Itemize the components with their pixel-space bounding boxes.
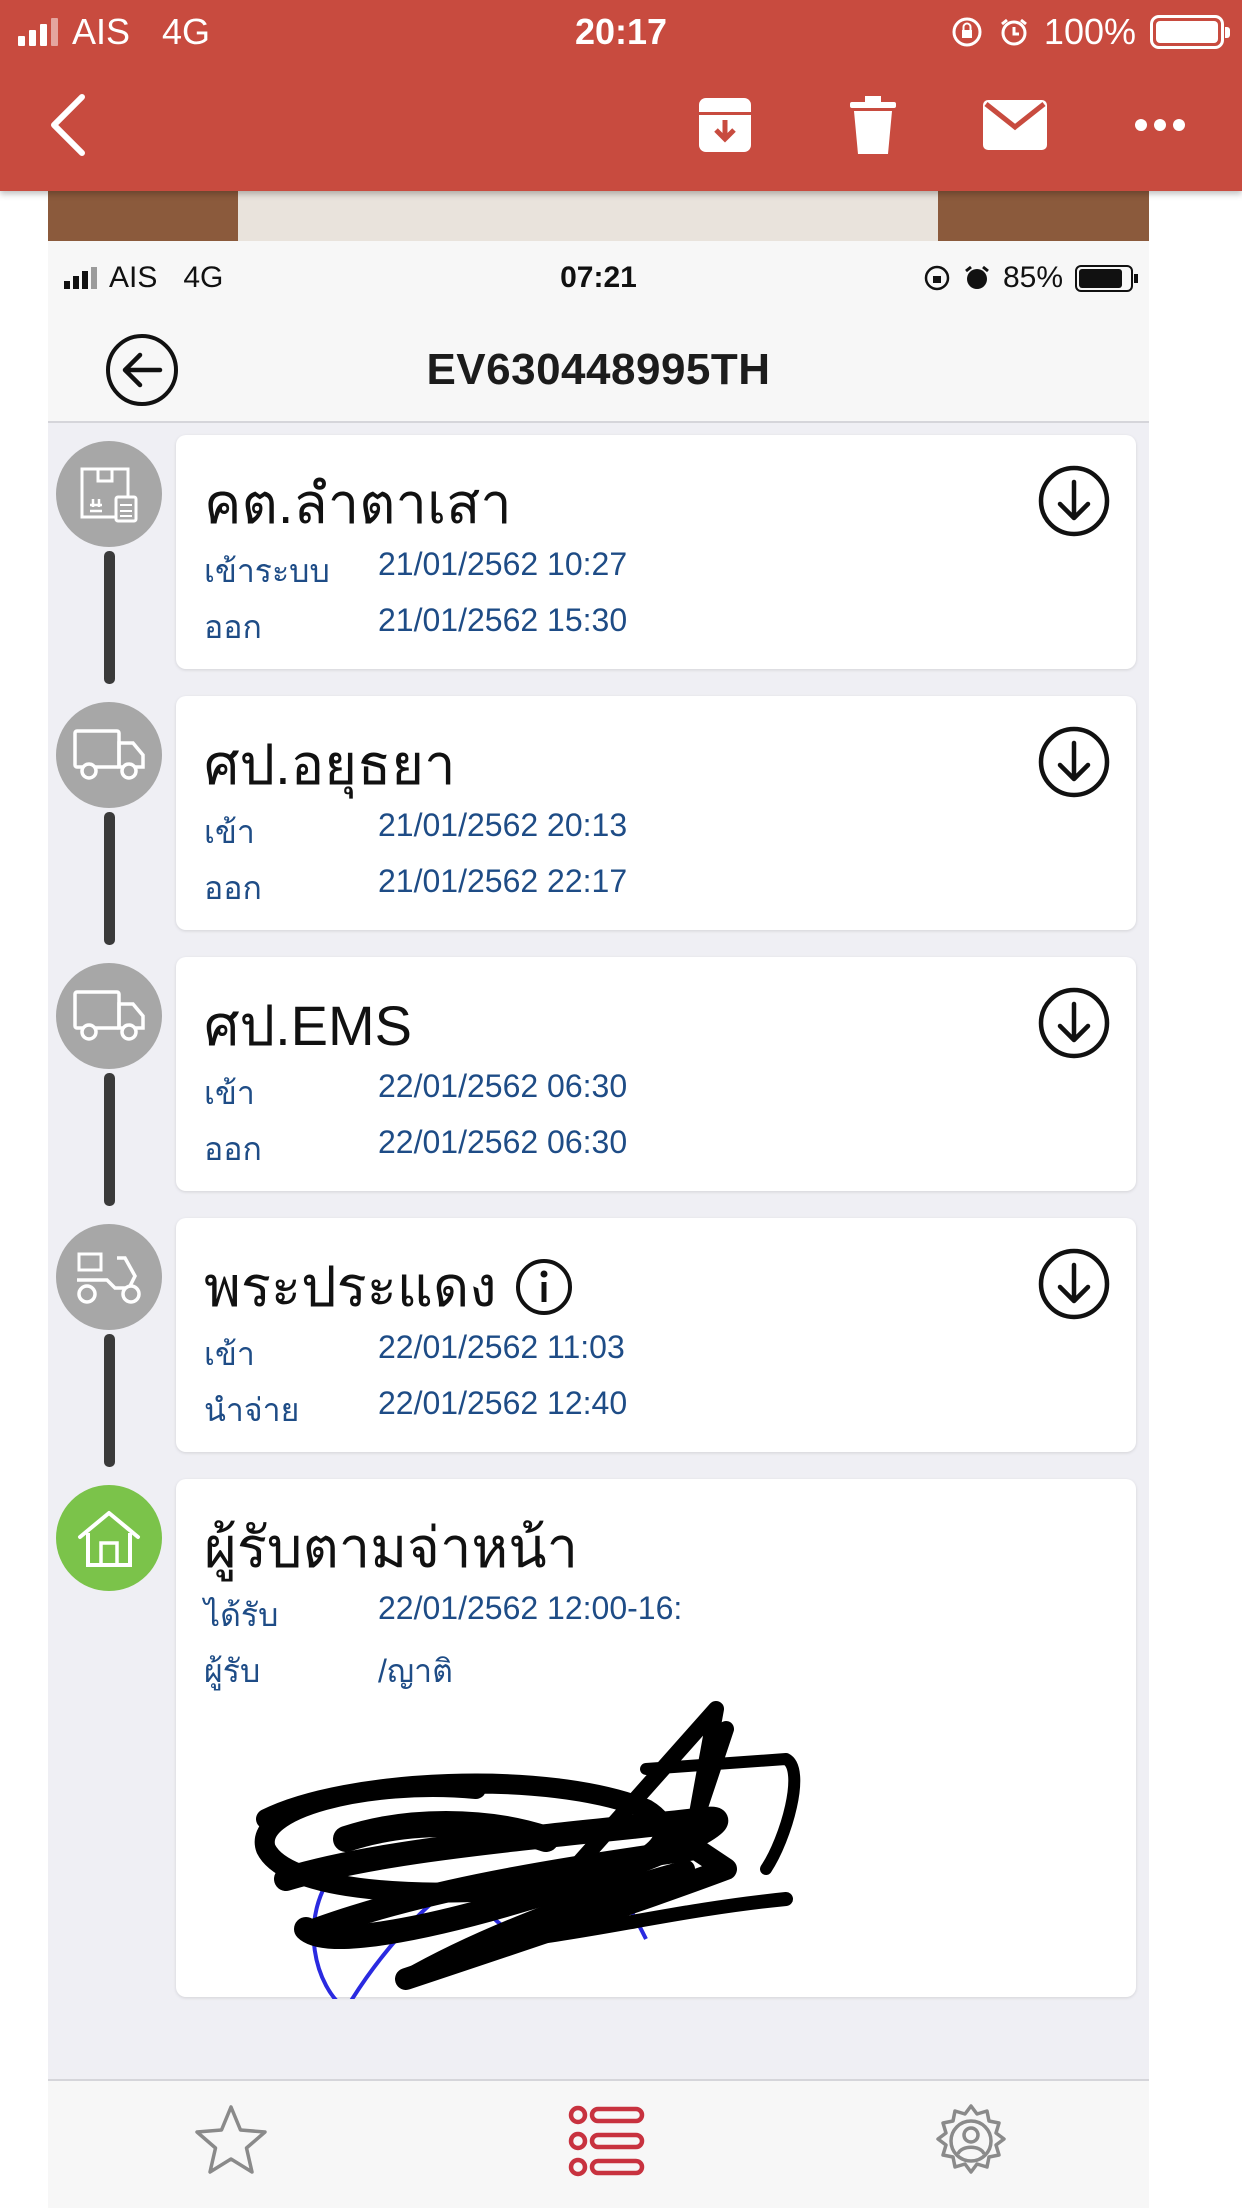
event-row: ได้รับ 22/01/2562 12:00-16:: [204, 1590, 682, 1641]
event-label: ออก: [204, 870, 262, 906]
info-icon[interactable]: [515, 1258, 573, 1316]
trash-icon: [850, 96, 896, 154]
expand-down-icon[interactable]: [1036, 463, 1112, 539]
event-row: เข้า 22/01/2562 06:30: [204, 1068, 627, 1119]
event-row: เข้า 21/01/2562 20:13: [204, 807, 627, 858]
timeline-node-truck: [56, 702, 162, 808]
timeline-node-home: [56, 1485, 162, 1591]
timeline-connector: [104, 551, 115, 684]
location-name: คต.ลำตาเสา: [204, 472, 512, 535]
event-label: นำจ่าย: [204, 1392, 300, 1428]
event-row: ออก 22/01/2562 06:30: [204, 1124, 627, 1175]
event-time: 22/01/2562 12:40: [378, 1385, 628, 1421]
truck-icon: [73, 990, 145, 1041]
event-time: 21/01/2562 22:17: [378, 863, 628, 899]
gmail-toolbar: AIS 4G 20:17 100%: [0, 0, 1242, 191]
location-name: พระประแดง: [204, 1255, 497, 1318]
list-icon[interactable]: [566, 2101, 646, 2181]
screen: AIS 4G 20:17 100% AIS 4G 07:21 85% EV630…: [0, 0, 1242, 2208]
event-time: 22/01/2562 11:03: [378, 1329, 625, 1365]
inner-alarm-icon: [965, 265, 989, 289]
event-time: 22/01/2562 06:30: [378, 1068, 628, 1104]
event-label: เข้า: [204, 814, 255, 850]
chevron-left-icon: [51, 94, 85, 156]
timeline-connector: [104, 1073, 115, 1206]
event-time: 21/01/2562 10:27: [378, 546, 628, 582]
timeline-connector: [104, 1334, 115, 1467]
inner-rotation-lock-icon: [924, 265, 950, 291]
archive-button[interactable]: [690, 90, 760, 160]
event-row: ออก 21/01/2562 22:17: [204, 863, 627, 914]
tab-bar: [48, 2079, 1149, 2208]
recipient-title: ผู้รับตามจ่าหน้า: [204, 1516, 579, 1579]
tracking-event-card[interactable]: ศป.EMS เข้า 22/01/2562 06:30 ออก 22/01/256…: [176, 957, 1136, 1191]
embedded-screenshot: AIS 4G 07:21 85% EV630448995TH คต.ลำตาเส…: [48, 241, 1149, 2208]
event-label: เข้า: [204, 1336, 255, 1372]
back-button[interactable]: [38, 90, 98, 160]
more-icon: [1135, 119, 1185, 131]
truck-icon: [73, 729, 145, 780]
alarm-icon: [1000, 18, 1027, 46]
favorites-star-icon[interactable]: [191, 2101, 271, 2181]
event-time: 21/01/2562 15:30: [378, 602, 628, 638]
status-right: 100%: [950, 10, 1230, 54]
inner-battery-icon: [1075, 264, 1138, 292]
tracking-event-card[interactable]: ศป.อยุธยา เข้า 21/01/2562 20:13 ออก 21/01/…: [176, 696, 1136, 930]
attachment-photo-strip: [48, 191, 1149, 241]
location-name-row: พระประแดง: [204, 1242, 573, 1331]
timeline-node-package: [56, 441, 162, 547]
event-time: 22/01/2562 12:00-16:: [378, 1590, 683, 1626]
event-label: ออก: [204, 609, 262, 645]
expand-down-icon[interactable]: [1036, 1246, 1112, 1322]
battery-percent: 100%: [1043, 11, 1136, 52]
mail-button[interactable]: [980, 90, 1050, 160]
event-label: เข้าระบบ: [204, 553, 330, 589]
inner-battery-percent: 85%: [1002, 261, 1063, 294]
home-icon: [78, 1511, 140, 1567]
expand-down-icon[interactable]: [1036, 724, 1112, 800]
battery-icon: [1150, 15, 1230, 49]
mail-icon: [983, 100, 1047, 150]
event-label: ผู้รับ: [204, 1653, 261, 1689]
inner-status-bar: AIS 4G 07:21 85%: [48, 241, 1149, 317]
location-name: ศป.อยุธยา: [204, 733, 456, 796]
rotation-lock-icon: [952, 17, 982, 47]
location-name: ศป.EMS: [204, 994, 413, 1057]
event-row: นำจ่าย 22/01/2562 12:40: [204, 1385, 627, 1436]
settings-gear-icon[interactable]: [931, 2101, 1011, 2181]
event-time: 21/01/2562 20:13: [378, 807, 628, 843]
event-row: ผู้รับ/ญาติ: [204, 1646, 453, 1697]
package-icon: [80, 467, 138, 523]
nav-bar: EV630448995TH: [48, 317, 1149, 423]
redacted-signature: [254, 1701, 801, 1999]
recipient-relation: /ญาติ: [378, 1653, 453, 1689]
timeline-connector: [104, 812, 115, 945]
event-row: ออก 21/01/2562 15:30: [204, 602, 627, 653]
event-label: ได้รับ: [204, 1597, 279, 1633]
event-row: เข้า 22/01/2562 11:03: [204, 1329, 625, 1380]
event-label: ออก: [204, 1131, 262, 1167]
tracking-number-title: EV630448995TH: [426, 345, 771, 394]
timeline-node-scooter: [56, 1224, 162, 1330]
archive-icon: [699, 98, 751, 152]
delivery-card[interactable]: ผู้รับตามจ่าหน้า ได้รับ 22/01/2562 12:00-…: [176, 1479, 1136, 1999]
expand-down-icon[interactable]: [1036, 985, 1112, 1061]
event-label: เข้า: [204, 1075, 255, 1111]
scooter-icon: [77, 1252, 141, 1304]
event-time: 22/01/2562 06:30: [378, 1124, 628, 1160]
delete-button[interactable]: [838, 90, 908, 160]
more-button[interactable]: [1130, 90, 1190, 160]
event-row: เข้าระบบ 21/01/2562 10:27: [204, 546, 627, 597]
tracking-event-card[interactable]: คต.ลำตาเสา เข้าระบบ 21/01/2562 10:27 ออก 2…: [176, 435, 1136, 669]
tracking-event-card[interactable]: พระประแดง เข้า 22/01/2562 11:03 นำจ่าย 22/…: [176, 1218, 1136, 1452]
timeline-node-truck: [56, 963, 162, 1069]
